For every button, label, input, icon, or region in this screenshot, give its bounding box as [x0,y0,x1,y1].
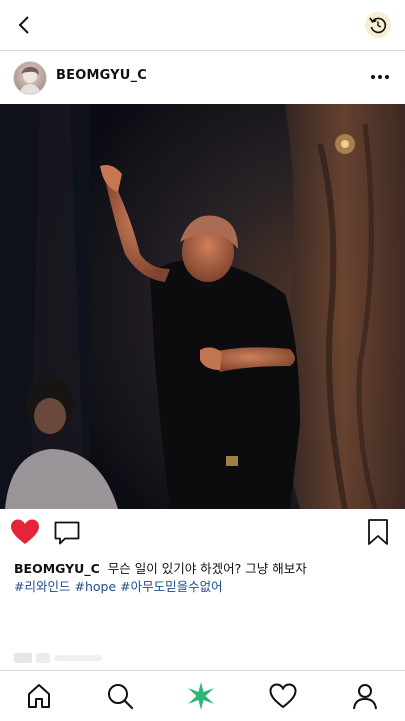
top-bar [0,0,405,51]
back-button[interactable] [12,12,38,38]
comment-icon [54,521,80,545]
heart-filled-icon [11,519,39,544]
refresh-icon [369,17,387,34]
chevron-left-icon [18,16,29,34]
post-image[interactable] [0,104,405,509]
hashtag[interactable]: #아무도믿을수없어 [120,579,222,594]
refresh-button[interactable] [365,12,391,38]
post-caption: BEOMGYU_C 무슨 일이 있기야 하겠어? 그냥 해보자 #리와인드 #ho… [14,560,394,596]
comment-button[interactable] [53,519,81,547]
avatar-image [19,66,41,94]
bottom-navigation [0,670,405,721]
nav-sparkle-button[interactable] [187,682,215,710]
post-actions [0,510,405,554]
caption-text: 무슨 일이 있기야 하겠어? 그냥 해보자 [107,561,307,576]
hashtag-list: #리와인드 #hope #아무도믿을수없어 [14,578,394,596]
watermark [14,652,104,667]
profile-icon [353,684,377,710]
nav-activity-button[interactable] [269,682,297,710]
heart-icon [269,683,297,709]
caption-username[interactable]: BEOMGYU_C [14,561,100,576]
home-icon [28,684,50,708]
nav-home-button[interactable] [25,682,53,710]
caption-line: BEOMGYU_C 무슨 일이 있기야 하겠어? 그냥 해보자 [14,560,394,578]
hashtag[interactable]: #hope [74,579,116,594]
video-frame [0,104,405,509]
post-username[interactable]: BEOMGYU_C [56,68,147,83]
avatar[interactable] [13,61,47,95]
nav-profile-button[interactable] [351,682,379,710]
nav-search-button[interactable] [106,682,134,710]
broadcaster-logo [14,653,102,663]
bookmark-icon [368,519,388,545]
more-options-button[interactable] [369,67,391,87]
like-button[interactable] [10,518,40,546]
post-header: BEOMGYU_C [0,51,405,103]
bookmark-button[interactable] [367,518,389,546]
hashtag[interactable]: #리와인드 [14,579,70,594]
more-horizontal-icon [371,75,389,79]
sparkle-icon [188,682,214,710]
search-icon [108,684,134,710]
